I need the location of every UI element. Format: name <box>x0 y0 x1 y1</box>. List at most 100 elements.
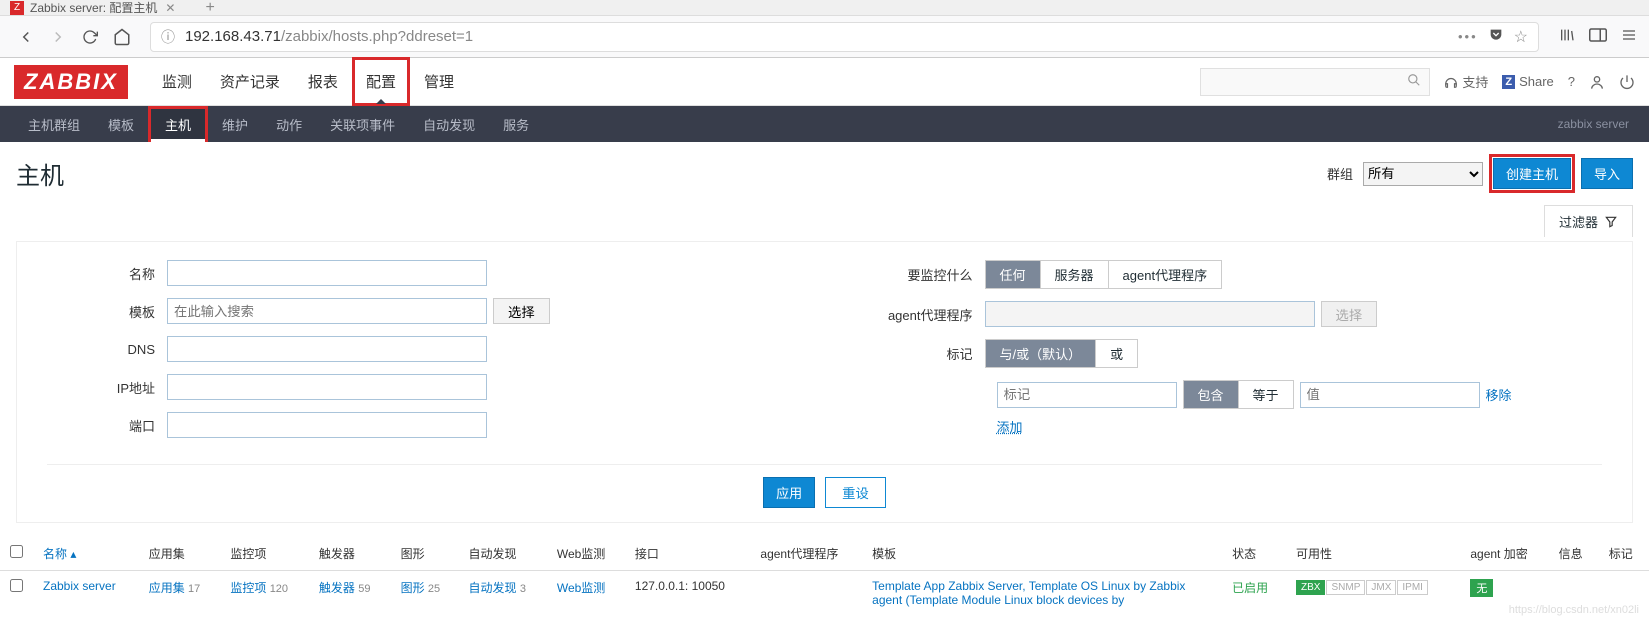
user-icon[interactable] <box>1589 74 1605 90</box>
tags-mode-andor[interactable]: 与/或（默认） <box>986 340 1097 367</box>
filter-template-input[interactable] <box>167 298 487 324</box>
tag-op-equals[interactable]: 等于 <box>1239 381 1293 408</box>
col-templates: 模板 <box>862 537 1222 571</box>
page-actions-icon[interactable]: ••• <box>1458 29 1478 44</box>
subnav-discovery[interactable]: 自动发现 <box>409 106 489 142</box>
tab-favicon: Z <box>10 1 24 15</box>
create-host-button[interactable]: 创建主机 <box>1493 158 1571 189</box>
col-applications: 应用集 <box>139 537 221 571</box>
tab-close-icon[interactable]: ✕ <box>165 1 175 15</box>
web-link[interactable]: Web监测 <box>557 581 605 595</box>
tag-op-contains[interactable]: 包含 <box>1184 381 1239 408</box>
subnav-hosts[interactable]: 主机 <box>148 106 208 142</box>
group-label: 群组 <box>1327 164 1353 183</box>
subnav-services[interactable]: 服务 <box>489 106 543 142</box>
filter-port-input[interactable] <box>167 412 487 438</box>
select-all-checkbox[interactable] <box>10 545 23 558</box>
subnav-actions[interactable]: 动作 <box>262 106 316 142</box>
nav-monitoring[interactable]: 监测 <box>148 57 206 106</box>
new-tab-icon[interactable]: + <box>205 0 214 17</box>
reload-icon[interactable] <box>76 23 104 51</box>
table-row: Zabbix server 应用集 17 监控项 120 触发器 59 图形 2… <box>0 571 1649 616</box>
pocket-icon[interactable] <box>1488 27 1504 46</box>
site-info-icon[interactable]: ⓘ <box>161 27 175 47</box>
subnav-hostgroups[interactable]: 主机群组 <box>14 106 94 142</box>
applications-link[interactable]: 应用集 <box>149 581 185 595</box>
hosts-table: 名称 ▴ 应用集 监控项 触发器 图形 自动发现 Web监测 接口 agent代… <box>0 537 1649 615</box>
col-name[interactable]: 名称 ▴ <box>43 547 76 561</box>
filter-dns-input[interactable] <box>167 336 487 362</box>
library-icon[interactable] <box>1559 27 1575 46</box>
tag-value-input[interactable] <box>1300 382 1480 408</box>
header-search[interactable] <box>1200 68 1430 96</box>
back-icon[interactable] <box>12 23 40 51</box>
tag-add-link[interactable]: 添加 <box>997 420 1023 435</box>
tag-name-input[interactable] <box>997 382 1177 408</box>
search-icon <box>1407 73 1421 90</box>
items-link[interactable]: 监控项 <box>230 581 266 595</box>
row-checkbox[interactable] <box>10 579 23 592</box>
tags-mode-or[interactable]: 或 <box>1096 340 1137 367</box>
app-header: ZABBIX 监测 资产记录 报表 配置 管理 支持 ZShare ? <box>0 58 1649 106</box>
host-name-link[interactable]: Zabbix server <box>43 579 116 593</box>
page-header: 主机 群组 所有 创建主机 导入 <box>0 142 1649 205</box>
filter-port-label: 端口 <box>47 416 167 435</box>
home-icon[interactable] <box>108 23 136 51</box>
import-button[interactable]: 导入 <box>1581 158 1633 189</box>
logout-icon[interactable] <box>1619 74 1635 90</box>
nav-configuration[interactable]: 配置 <box>352 57 410 106</box>
group-select[interactable]: 所有 <box>1363 162 1483 186</box>
col-info: 信息 <box>1549 537 1599 571</box>
sub-nav: 主机群组 模板 主机 维护 动作 关联项事件 自动发现 服务 zabbix se… <box>0 106 1649 142</box>
col-discovery: 自动发现 <box>459 537 547 571</box>
avail-zbx: ZBX <box>1296 580 1325 595</box>
templates-cell[interactable]: Template App Zabbix Server, Template OS … <box>872 579 1185 607</box>
col-graphs: 图形 <box>391 537 459 571</box>
filter-name-input[interactable] <box>167 260 487 286</box>
avail-jmx: JMX <box>1366 580 1396 595</box>
menu-icon[interactable] <box>1621 27 1637 46</box>
triggers-link[interactable]: 触发器 <box>319 581 355 595</box>
subnav-correlation[interactable]: 关联项事件 <box>316 106 409 142</box>
sidebar-icon[interactable] <box>1589 28 1607 45</box>
tag-remove-link[interactable]: 移除 <box>1486 385 1512 404</box>
page-title: 主机 <box>16 156 64 191</box>
filter-apply-button[interactable]: 应用 <box>763 477 815 508</box>
proxy-select-button: 选择 <box>1321 301 1378 327</box>
monitored-opt-any[interactable]: 任何 <box>986 261 1041 288</box>
help-icon[interactable]: ? <box>1568 74 1575 89</box>
monitored-opt-server[interactable]: 服务器 <box>1041 261 1109 288</box>
url-bar[interactable]: ⓘ 192.168.43.71/zabbix/hosts.php?ddreset… <box>150 22 1539 52</box>
col-status: 状态 <box>1222 537 1286 571</box>
monitored-opt-proxy[interactable]: agent代理程序 <box>1109 261 1222 288</box>
support-link[interactable]: 支持 <box>1444 72 1488 91</box>
filter-toggle[interactable]: 过滤器 <box>1544 205 1633 237</box>
template-select-button[interactable]: 选择 <box>493 298 550 324</box>
filter-proxy-input <box>985 301 1315 327</box>
nav-reports[interactable]: 报表 <box>294 57 352 106</box>
filter-icon <box>1604 215 1618 229</box>
col-tags: 标记 <box>1599 537 1649 571</box>
filter-panel: 名称 模板 选择 DNS IP地址 端口 要监控什么 <box>16 241 1633 523</box>
filter-name-label: 名称 <box>47 264 167 283</box>
filter-reset-button[interactable]: 重设 <box>825 477 886 508</box>
forward-icon[interactable] <box>44 23 72 51</box>
monitored-by-group: 任何 服务器 agent代理程序 <box>985 260 1223 289</box>
nav-inventory[interactable]: 资产记录 <box>206 57 294 106</box>
zabbix-logo[interactable]: ZABBIX <box>14 65 128 99</box>
nav-administration[interactable]: 管理 <box>410 57 468 106</box>
filter-template-label: 模板 <box>47 302 167 321</box>
discovery-link[interactable]: 自动发现 <box>469 581 517 595</box>
share-link[interactable]: ZShare <box>1502 74 1553 89</box>
subnav-maintenance[interactable]: 维护 <box>208 106 262 142</box>
col-web: Web监测 <box>547 537 625 571</box>
col-encryption: agent 加密 <box>1460 537 1548 571</box>
tags-mode-group: 与/或（默认） 或 <box>985 339 1139 368</box>
watermark: https://blog.csdn.net/xn02li <box>1509 604 1639 616</box>
bookmark-icon[interactable]: ☆ <box>1514 27 1528 47</box>
subnav-templates[interactable]: 模板 <box>94 106 148 142</box>
encryption-badge: 无 <box>1470 579 1493 597</box>
status-toggle[interactable]: 已启用 <box>1232 581 1268 595</box>
graphs-link[interactable]: 图形 <box>401 581 425 595</box>
filter-ip-input[interactable] <box>167 374 487 400</box>
